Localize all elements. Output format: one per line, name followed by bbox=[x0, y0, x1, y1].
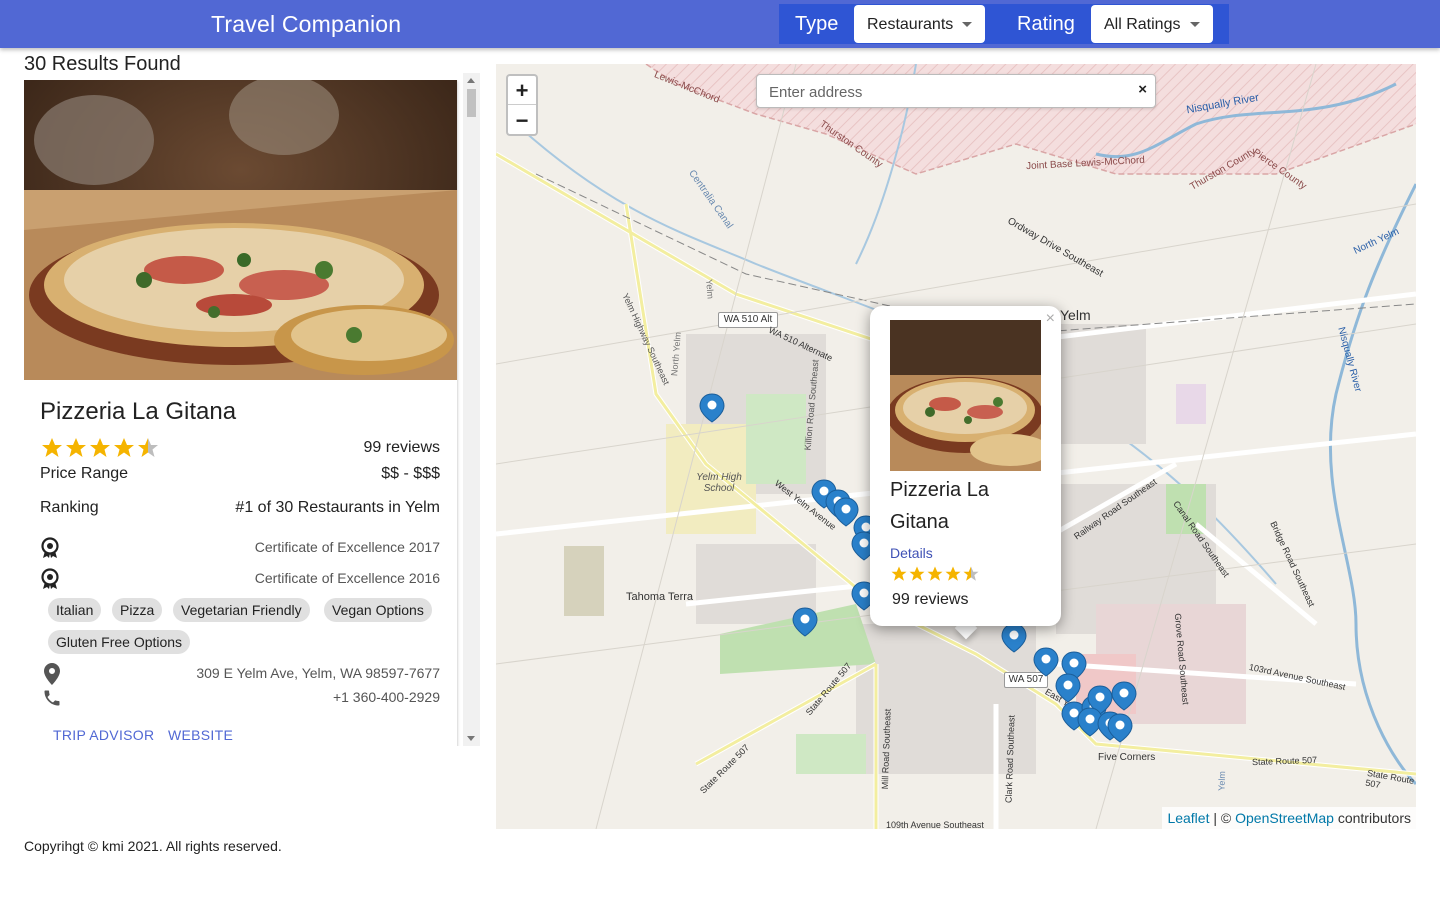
attribution-separator: | © bbox=[1209, 810, 1236, 826]
award-icon bbox=[41, 537, 59, 558]
close-icon[interactable]: × bbox=[1046, 310, 1055, 328]
rating-select-value: All Ratings bbox=[1104, 16, 1181, 33]
scroll-down-icon[interactable] bbox=[467, 736, 475, 741]
type-label: Type bbox=[795, 13, 839, 35]
cuisine-chip[interactable]: Vegetarian Friendly bbox=[173, 598, 310, 622]
map-marker[interactable] bbox=[833, 497, 859, 527]
address-search-input[interactable] bbox=[769, 81, 1119, 103]
map-marker[interactable] bbox=[1111, 681, 1137, 711]
filter-bar: Type Restaurants Rating All Ratings bbox=[779, 4, 1229, 44]
rating-stars bbox=[40, 436, 160, 460]
cuisine-chip[interactable]: Gluten Free Options bbox=[48, 630, 191, 654]
footer-copyright: Copyrihgt © kmi 2021. All rights reserve… bbox=[24, 838, 282, 854]
clear-icon[interactable]: × bbox=[1138, 81, 1147, 98]
star-rating-icon bbox=[42, 438, 158, 457]
ranking-value: #1 of 30 Restaurants in Yelm bbox=[235, 499, 440, 516]
award-text: Certificate of Excellence 2017 bbox=[254, 539, 440, 555]
place-name: Pizzeria La Gitana bbox=[40, 398, 237, 425]
cuisine-chip[interactable]: Pizza bbox=[112, 598, 163, 622]
zoom-out-button[interactable]: − bbox=[508, 106, 536, 135]
scroll-up-icon[interactable] bbox=[467, 78, 475, 83]
place-card: Pizzeria La Gitana 99 reviews Price Rang… bbox=[24, 80, 457, 746]
popup-photo bbox=[890, 320, 1041, 471]
map-marker[interactable] bbox=[1001, 623, 1027, 653]
place-photo bbox=[24, 80, 457, 380]
review-count: 99 reviews bbox=[363, 439, 440, 456]
map-marker[interactable] bbox=[792, 607, 818, 637]
attribution-contributors: contributors bbox=[1333, 810, 1411, 826]
price-range-label: Price Range bbox=[40, 465, 129, 482]
results-count: 30 Results Found bbox=[24, 53, 181, 75]
popup-place-name: Pizzeria La Gitana bbox=[890, 479, 989, 533]
phone-icon bbox=[44, 690, 60, 706]
cuisine-chip[interactable]: Italian bbox=[48, 598, 102, 622]
rating-label: Rating bbox=[1017, 13, 1075, 35]
map-marker[interactable] bbox=[699, 393, 725, 423]
phone-text: +1 360-400-2929 bbox=[332, 689, 440, 705]
map-popup: × Pizzeria La Gitana Details 99 reviews bbox=[870, 306, 1061, 626]
results-scrollbar[interactable] bbox=[463, 73, 480, 746]
zoom-in-button[interactable]: + bbox=[508, 76, 536, 105]
trip-advisor-button[interactable]: TRIP ADVISOR bbox=[53, 727, 154, 743]
scroll-thumb[interactable] bbox=[467, 89, 476, 117]
type-select-value: Restaurants bbox=[867, 16, 954, 33]
map-attribution: Leaflet | © OpenStreetMap contributors bbox=[1162, 807, 1416, 829]
popup-details-link[interactable]: Details bbox=[890, 545, 933, 561]
location-pin-icon bbox=[44, 663, 60, 685]
app-header: Travel Companion Type Restaurants Rating… bbox=[0, 0, 1440, 48]
openstreetmap-link[interactable]: OpenStreetMap bbox=[1235, 810, 1334, 826]
ranking-label: Ranking bbox=[40, 499, 99, 516]
map-view[interactable]: Lewis-McChord Thurston County Nisqually … bbox=[496, 64, 1416, 829]
star-rating-icon bbox=[891, 566, 979, 581]
award-icon bbox=[41, 568, 59, 589]
zoom-control: + − bbox=[506, 74, 538, 136]
results-list[interactable]: Pizzeria La Gitana 99 reviews Price Rang… bbox=[24, 80, 480, 746]
type-select[interactable]: Restaurants bbox=[854, 5, 985, 43]
map-marker[interactable] bbox=[1055, 673, 1081, 703]
cuisine-chip[interactable]: Vegan Options bbox=[324, 598, 432, 622]
map-marker[interactable] bbox=[1033, 647, 1059, 677]
award-text: Certificate of Excellence 2016 bbox=[254, 570, 440, 586]
popup-review-count: 99 reviews bbox=[892, 591, 969, 608]
website-button[interactable]: WEBSITE bbox=[168, 727, 233, 743]
price-range-value: $$ - $$$ bbox=[381, 465, 440, 482]
address-text: 309 E Yelm Ave, Yelm, WA 98597-7677 bbox=[196, 665, 440, 681]
app-title: Travel Companion bbox=[211, 11, 402, 37]
chevron-down-icon bbox=[1190, 22, 1200, 27]
rating-select[interactable]: All Ratings bbox=[1091, 5, 1213, 43]
chevron-down-icon bbox=[962, 22, 972, 27]
address-search: × bbox=[756, 74, 1156, 108]
leaflet-link[interactable]: Leaflet bbox=[1167, 810, 1209, 826]
